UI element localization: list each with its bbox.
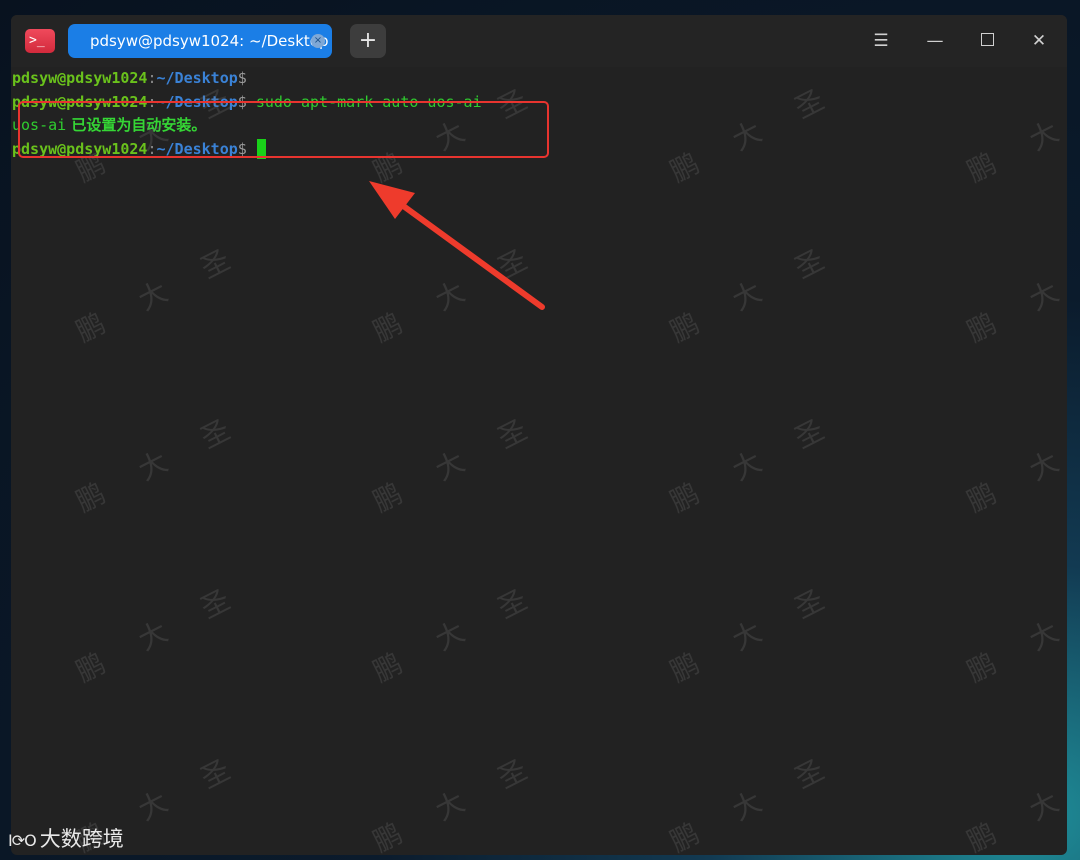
brand-logo: I⟳O 大数跨境 <box>8 822 124 856</box>
brand-name: 大数跨境 <box>39 827 124 851</box>
brand-mark-icon: I⟳O <box>8 831 37 850</box>
annotation-arrow <box>369 181 545 310</box>
terminal-window: >_ pdsyw@pdsyw1024: ~/Desktop × + ☰ — ✕ … <box>11 15 1067 855</box>
